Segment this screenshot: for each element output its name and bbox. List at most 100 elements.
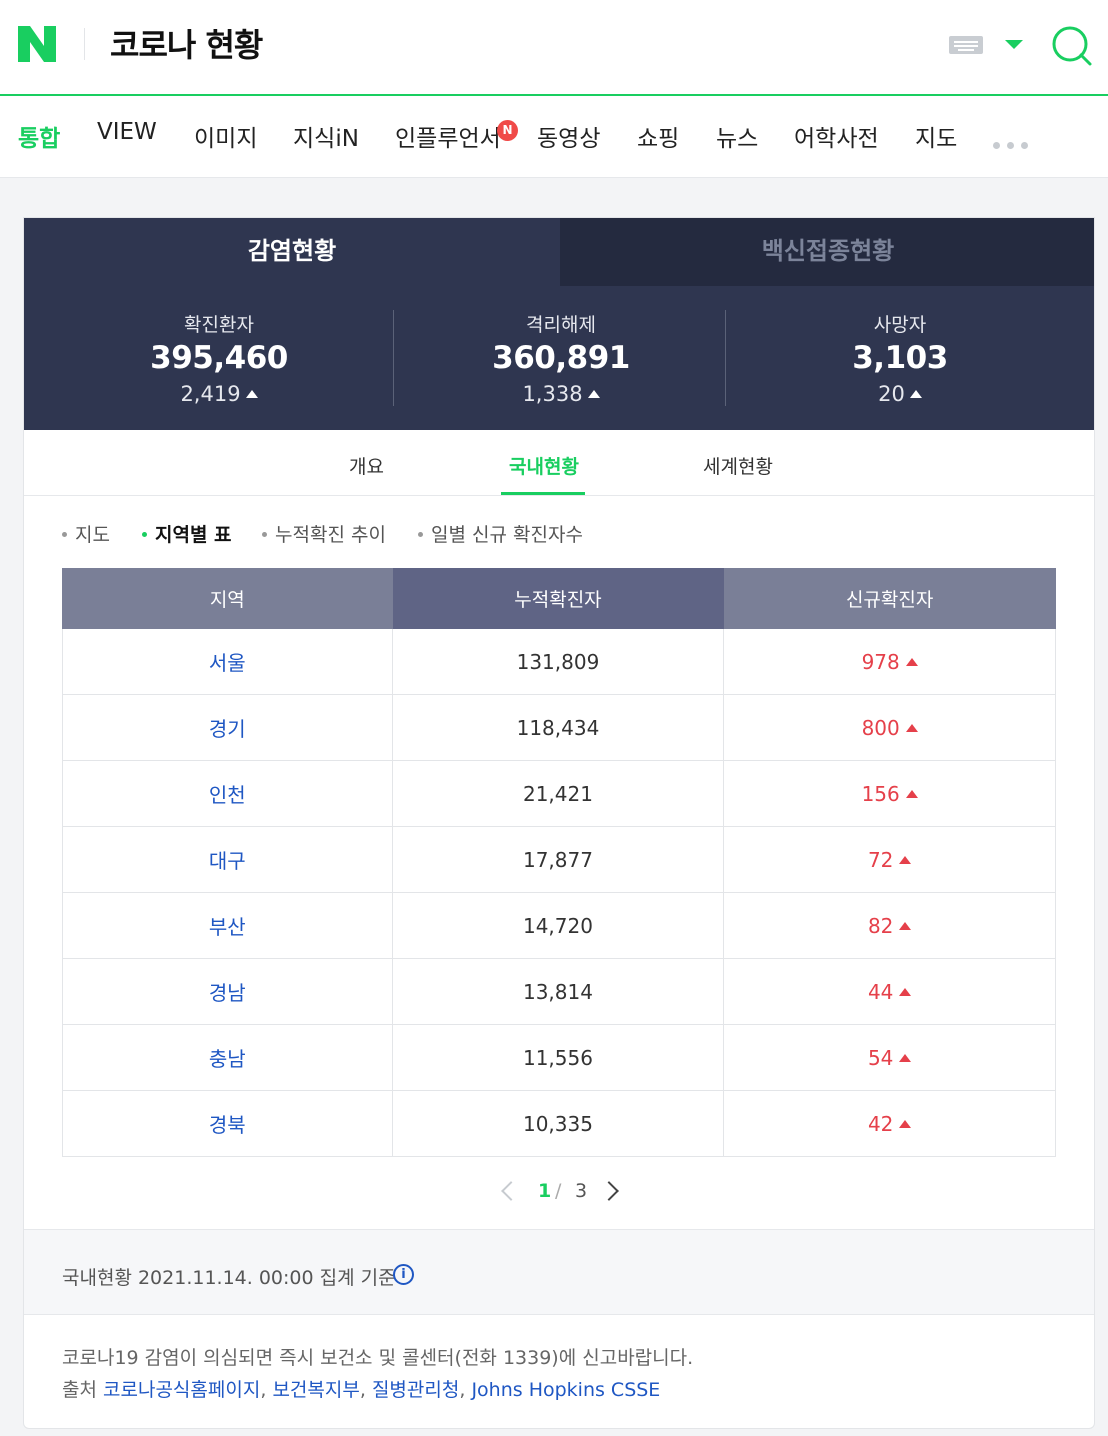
stat-value: 3,103 — [852, 340, 948, 376]
table-row: 부산 14,720 82 — [62, 892, 1056, 959]
table-row: 대구 17,877 72 — [62, 826, 1056, 893]
pagination: 1 / 3 — [494, 1180, 634, 1210]
new-cell: 800 — [723, 694, 1056, 761]
stat-value: 395,460 — [150, 340, 288, 376]
tab-vaccination-status[interactable]: 백신접종현황 — [560, 218, 1094, 286]
info-icon[interactable]: i — [393, 1264, 414, 1285]
stat-change: 20 — [800, 382, 1000, 406]
stat-deaths: 사망자 3,103 20 — [800, 310, 1000, 406]
source-link[interactable]: Johns Hopkins CSSE — [471, 1379, 660, 1401]
increase-icon — [899, 921, 912, 930]
subtab-global[interactable]: 세계현황 — [703, 452, 773, 479]
total-cell: 11,556 — [391, 1024, 725, 1091]
total-pages: 3 — [575, 1180, 588, 1202]
subtab-overview[interactable]: 개요 — [349, 452, 384, 479]
total-cell: 118,434 — [391, 694, 725, 761]
region-link[interactable]: 부산 — [62, 892, 393, 959]
basis-text: 국내현황 2021.11.14. 00:00 집계 기준 — [62, 1267, 396, 1289]
tab-video[interactable]: 동영상 — [537, 119, 600, 153]
filter-cumulative-trend[interactable]: 누적확진 추이 — [262, 520, 386, 547]
page-separator: / — [555, 1180, 562, 1202]
region-link[interactable]: 인천 — [62, 760, 393, 827]
total-cell: 13,814 — [391, 958, 725, 1025]
source-line: 출처 코로나공식홈페이지, 보건복지부, 질병관리청, Johns Hopkin… — [62, 1379, 661, 1401]
filter-map[interactable]: 지도 — [62, 520, 110, 547]
filter-daily-new[interactable]: 일별 신규 확진자수 — [418, 520, 583, 547]
tab-view[interactable]: VIEW — [97, 119, 157, 145]
new-cell: 42 — [723, 1090, 1056, 1157]
chevron-right-icon[interactable] — [599, 1181, 619, 1201]
search-tabs: 통합 VIEW 이미지 지식iN 인플루언서 N 동영상 쇼핑 뉴스 어학사전 … — [0, 96, 1108, 178]
table-row: 경남 13,814 44 — [62, 958, 1056, 1025]
tab-infection-status[interactable]: 감염현황 — [24, 218, 560, 286]
basis-bar: 국내현황 2021.11.14. 00:00 집계 기준 i — [24, 1229, 1094, 1315]
region-link[interactable]: 서울 — [62, 628, 393, 695]
region-link[interactable]: 충남 — [62, 1024, 393, 1091]
source-link[interactable]: 질병관리청 — [372, 1379, 459, 1401]
current-page: 1 — [538, 1180, 552, 1202]
naver-logo-icon[interactable] — [18, 26, 56, 62]
stat-label: 격리해제 — [526, 314, 596, 336]
tab-kin[interactable]: 지식iN — [293, 119, 359, 153]
region-table: 지역 누적확진자 신규확진자 서울 131,809 978 경기 118,434… — [62, 568, 1056, 1157]
table-row: 경기 118,434 800 — [62, 694, 1056, 761]
increase-icon — [899, 987, 912, 996]
more-icon[interactable] — [993, 134, 1035, 153]
region-link[interactable]: 경북 — [62, 1090, 393, 1157]
header-divider — [84, 28, 85, 60]
tab-all[interactable]: 통합 — [18, 119, 60, 153]
increase-icon — [899, 1119, 912, 1128]
covid-status-card: 감염현황 백신접종현황 확진환자 395,460 2,419 격리해제 360,… — [23, 217, 1095, 1429]
total-cell: 131,809 — [391, 628, 725, 695]
total-cell: 21,421 — [391, 760, 725, 827]
tab-news[interactable]: 뉴스 — [716, 119, 758, 153]
tab-images[interactable]: 이미지 — [194, 119, 257, 153]
total-cell: 10,335 — [391, 1090, 725, 1157]
source-link[interactable]: 보건복지부 — [272, 1379, 359, 1401]
stat-change: 1,338 — [461, 382, 661, 406]
top-header: 코로나 현황 — [0, 0, 1108, 96]
keyboard-icon[interactable] — [949, 36, 983, 54]
active-subtab-underline — [501, 492, 585, 495]
table-row: 충남 11,556 54 — [62, 1024, 1056, 1091]
chevron-down-icon[interactable] — [1005, 40, 1023, 49]
stat-label: 확진환자 — [184, 314, 254, 336]
new-cell: 978 — [723, 628, 1056, 695]
search-query-input[interactable]: 코로나 현황 — [110, 20, 263, 66]
new-cell: 54 — [723, 1024, 1056, 1091]
stat-change: 2,419 — [119, 382, 319, 406]
increase-icon — [587, 390, 600, 398]
chevron-left-icon[interactable] — [501, 1181, 521, 1201]
new-cell: 72 — [723, 826, 1056, 893]
tab-influencer[interactable]: 인플루언서 — [395, 119, 501, 153]
increase-icon — [905, 657, 918, 666]
table-row: 경북 10,335 42 — [62, 1090, 1056, 1157]
notice-section: 코로나19 감염이 의심되면 즉시 보건소 및 콜센터(전화 1339)에 신고… — [62, 1342, 693, 1406]
increase-icon — [899, 855, 912, 864]
source-label: 출처 — [62, 1379, 97, 1401]
table-header-row: 지역 누적확진자 신규확진자 — [62, 568, 1056, 629]
region-link[interactable]: 대구 — [62, 826, 393, 893]
search-icon[interactable] — [1050, 24, 1094, 68]
view-filters: 지도 지역별 표 누적확진 추이 일별 신규 확진자수 — [62, 520, 1062, 550]
table-row: 인천 21,421 156 — [62, 760, 1056, 827]
increase-icon — [899, 1053, 912, 1062]
stat-released: 격리해제 360,891 1,338 — [461, 310, 661, 406]
stat-divider — [725, 310, 726, 406]
total-cell: 17,877 — [391, 826, 725, 893]
increase-icon — [905, 789, 918, 798]
tab-shopping[interactable]: 쇼핑 — [637, 119, 679, 153]
subtab-domestic[interactable]: 국내현황 — [509, 452, 579, 479]
column-header: 신규확진자 — [723, 568, 1056, 629]
filter-region-table[interactable]: 지역별 표 — [142, 520, 232, 547]
stat-divider — [393, 310, 394, 406]
tab-map[interactable]: 지도 — [915, 119, 957, 153]
tab-dictionary[interactable]: 어학사전 — [794, 119, 879, 153]
source-link[interactable]: 코로나공식홈페이지 — [103, 1379, 260, 1401]
increase-icon — [905, 723, 918, 732]
region-link[interactable]: 경기 — [62, 694, 393, 761]
increase-icon — [909, 390, 922, 398]
region-link[interactable]: 경남 — [62, 958, 393, 1025]
sub-tabs: 개요 국내현황 세계현황 — [24, 430, 1094, 496]
new-cell: 156 — [723, 760, 1056, 827]
